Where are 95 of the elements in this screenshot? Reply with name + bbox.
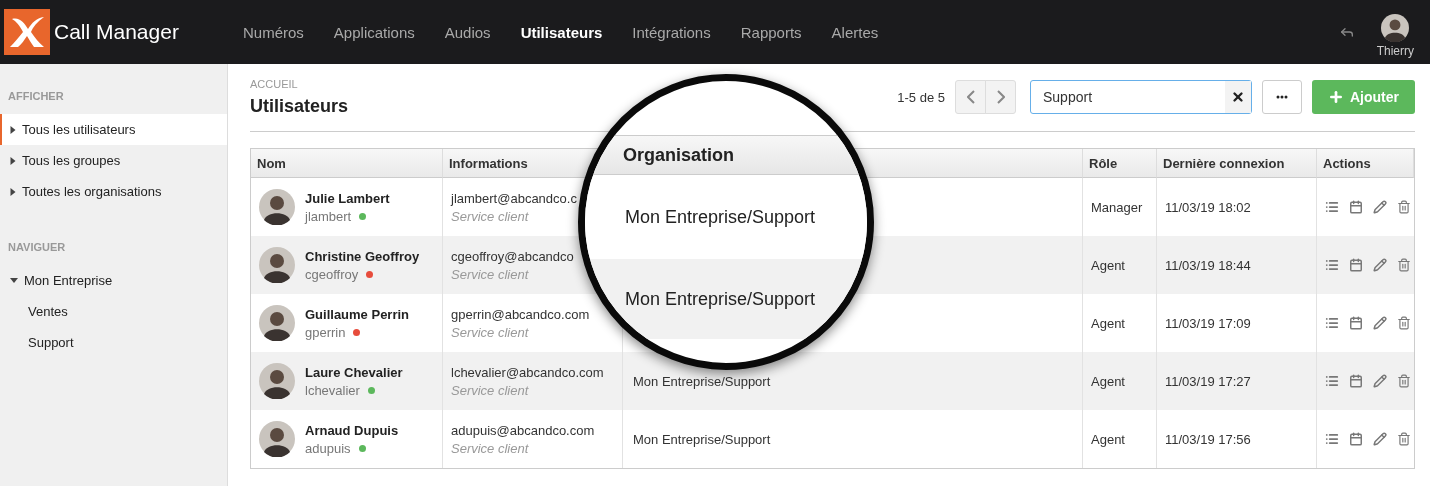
email: lchevalier@abcandco.com	[451, 364, 604, 380]
caret-right-icon	[10, 125, 16, 134]
email: cgeoffroy@abcandco	[451, 248, 574, 264]
app-name: Call Manager	[54, 20, 180, 44]
department: Service client	[451, 266, 530, 282]
calendar-icon[interactable]	[1349, 316, 1363, 330]
ellipsis-icon	[1276, 95, 1288, 99]
nav-link[interactable]: Intégrations	[632, 23, 711, 41]
department: Service client	[451, 324, 530, 340]
list-icon[interactable]	[1325, 432, 1339, 446]
chevron-right-icon	[996, 90, 1005, 104]
username: jlambert	[305, 208, 352, 224]
list-icon[interactable]	[1325, 374, 1339, 388]
table-cell: 11/03/19 17:09	[1165, 315, 1251, 331]
table-cell: Mon Entreprise/Support	[585, 175, 867, 259]
user-avatar	[259, 189, 295, 225]
list-icon[interactable]	[1325, 316, 1339, 330]
table-cell: Manager	[1091, 199, 1143, 215]
edit-icon[interactable]	[1373, 432, 1387, 446]
next-page-button[interactable]	[985, 80, 1016, 114]
page-title: Utilisateurs	[250, 96, 349, 117]
plus-icon	[1328, 89, 1344, 105]
caret-right-icon	[10, 187, 16, 196]
table-cell: Agent	[1091, 431, 1125, 447]
column-header: Dernière connexion	[1157, 149, 1317, 178]
edit-icon[interactable]	[1373, 200, 1387, 214]
sidebar-heading: NAVIGUER	[7, 241, 67, 253]
nav-link[interactable]: Rapports	[740, 23, 802, 41]
nav-link[interactable]: Alertes	[831, 23, 879, 41]
user-avatar	[1381, 14, 1410, 42]
column-header: Rôle	[1083, 149, 1157, 178]
user-avatar	[259, 421, 295, 457]
department: Service client	[451, 440, 530, 456]
edit-icon[interactable]	[1373, 258, 1387, 272]
user-full-name: Laure Chevalier	[305, 364, 403, 380]
table-cell: 11/03/19 17:27	[1165, 373, 1251, 389]
table-cell: Mon Entreprise/Support	[633, 431, 771, 447]
department: Service client	[451, 382, 530, 398]
table-cell: 11/03/19 18:44	[1165, 257, 1251, 273]
table-cell: Agent	[1091, 315, 1125, 331]
edit-icon[interactable]	[1373, 316, 1387, 330]
user-full-name: Arnaud Dupuis	[305, 422, 399, 438]
trash-icon[interactable]	[1397, 432, 1411, 446]
user-full-name: Julie Lambert	[305, 190, 390, 206]
clear-button[interactable]	[1225, 81, 1251, 113]
sidebar-item[interactable]: Tous les utilisateurs	[0, 114, 227, 145]
table-cell: 11/03/19 17:56	[1165, 431, 1251, 447]
pagination-count: 1-5 de 5	[897, 89, 945, 105]
close-icon	[1231, 90, 1245, 104]
user-full-name: Guillaume Perrin	[305, 306, 410, 322]
trash-icon[interactable]	[1397, 316, 1411, 330]
nav-link[interactable]: Applications	[333, 23, 415, 41]
user-full-name: Christine Geoffroy	[305, 248, 420, 264]
sidebar-item[interactable]: Toutes les organisations	[0, 176, 227, 207]
department: Service client	[451, 208, 530, 224]
caret-right-icon	[10, 156, 16, 165]
nav-link[interactable]: Numéros	[243, 23, 304, 41]
sidebar-item[interactable]: Ventes	[0, 296, 227, 327]
calendar-icon[interactable]	[1349, 374, 1363, 388]
email: jlambert@abcandco.c	[451, 190, 577, 206]
nav-link[interactable]: Utilisateurs	[520, 23, 603, 41]
trash-icon[interactable]	[1397, 200, 1411, 214]
user-avatar	[259, 363, 295, 399]
email: adupuis@abcandco.com	[451, 422, 595, 438]
sidebar-item[interactable]: Tous les groupes	[0, 145, 227, 176]
list-icon[interactable]	[1325, 258, 1339, 272]
trash-icon[interactable]	[1397, 374, 1411, 388]
logo-icon	[4, 9, 50, 55]
username: gperrin	[305, 324, 346, 340]
table-cell: Agent	[1091, 257, 1125, 273]
column-header: Actions	[1317, 149, 1414, 178]
username: lchevalier	[305, 382, 360, 398]
sidebar-item[interactable]: Mon Entreprise	[0, 265, 227, 296]
caret-down-icon	[10, 277, 18, 284]
username: adupuis	[305, 440, 351, 456]
previous-page-button[interactable]	[955, 80, 986, 114]
user-avatar	[259, 247, 295, 283]
sidebar-heading: AFFICHER	[7, 90, 65, 102]
user-name: Thierry	[1376, 44, 1414, 58]
calendar-icon[interactable]	[1349, 432, 1363, 446]
trash-icon[interactable]	[1397, 258, 1411, 272]
sidebar-item[interactable]: Support	[0, 327, 227, 358]
username: cgeoffroy	[305, 266, 359, 282]
edit-icon[interactable]	[1373, 374, 1387, 388]
list-icon[interactable]	[1325, 200, 1339, 214]
table-cell: Agent	[1091, 373, 1125, 389]
column-header: Nom	[251, 149, 443, 178]
table-cell: Mon Entreprise/Support	[633, 373, 771, 389]
calendar-icon[interactable]	[1349, 200, 1363, 214]
chevron-left-icon	[966, 90, 975, 104]
email: gperrin@abcandco.com	[451, 306, 590, 322]
calendar-icon[interactable]	[1349, 258, 1363, 272]
table-cell: 11/03/19 18:02	[1165, 199, 1251, 215]
nav-link[interactable]: Audios	[444, 23, 491, 41]
user-avatar	[259, 305, 295, 341]
